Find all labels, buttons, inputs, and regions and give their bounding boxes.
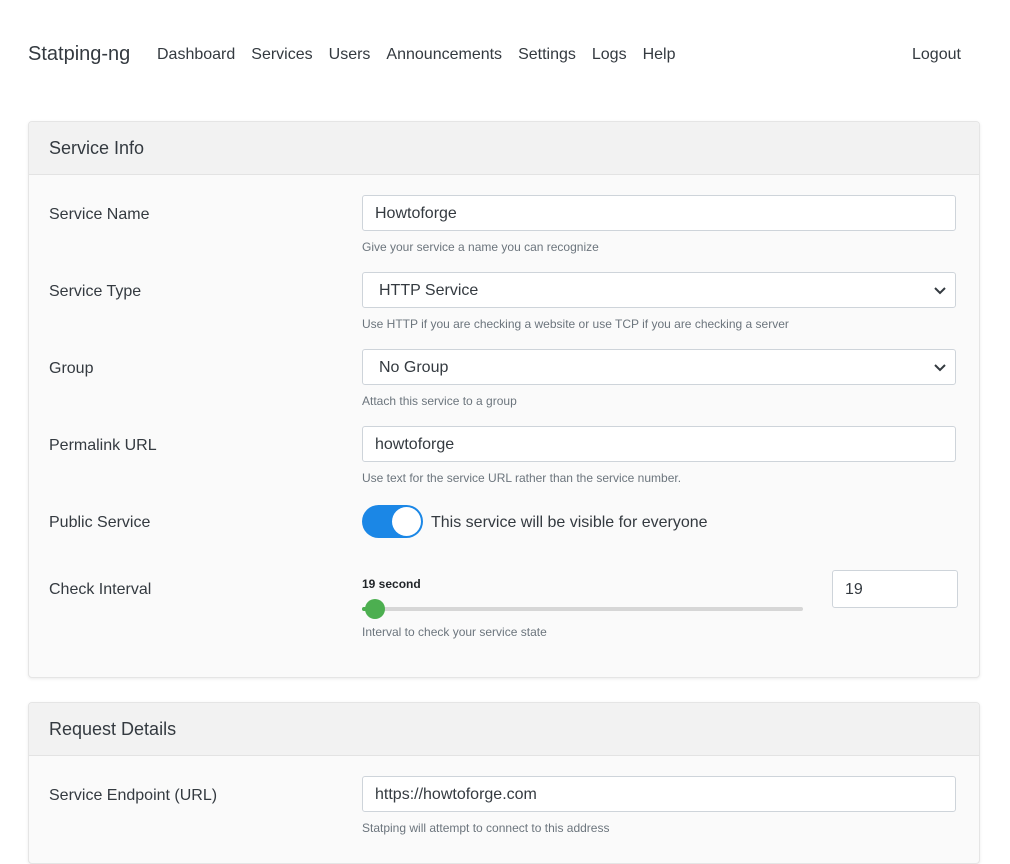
card-title: Service Info	[49, 138, 145, 158]
service-type-value: HTTP Service	[379, 282, 479, 299]
card-title: Request Details	[49, 719, 177, 739]
permalink-help: Use text for the service URL rather than…	[362, 471, 682, 485]
service-type-select[interactable]: HTTP Service	[362, 272, 956, 308]
service-type-help: Use HTTP if you are checking a website o…	[362, 317, 789, 331]
permalink-input[interactable]: howtoforge	[362, 426, 956, 462]
endpoint-input[interactable]: https://howtoforge.com	[362, 776, 956, 812]
brand-logo[interactable]: Statping-ng	[28, 43, 130, 66]
chevron-down-icon	[934, 287, 946, 295]
interval-slider[interactable]	[362, 599, 803, 619]
nav-links: Dashboard Services Users Announcements S…	[157, 46, 675, 64]
group-value: No Group	[379, 359, 449, 376]
service-name-label: Service Name	[49, 206, 150, 223]
service-info-card: Service Info Service Name Howtoforge Giv…	[28, 121, 980, 678]
interval-number-input[interactable]: 19	[832, 570, 958, 608]
service-name-help: Give your service a name you can recogni…	[362, 240, 599, 254]
nav-services[interactable]: Services	[251, 46, 312, 64]
permalink-label: Permalink URL	[49, 437, 157, 454]
request-details-header: Request Details	[29, 703, 979, 756]
public-service-text: This service will be visible for everyon…	[431, 514, 708, 531]
request-details-card: Request Details Service Endpoint (URL) h…	[28, 702, 980, 864]
logout-link[interactable]: Logout	[912, 46, 961, 64]
endpoint-label: Service Endpoint (URL)	[49, 787, 218, 804]
service-info-header: Service Info	[29, 122, 979, 175]
nav-dashboard[interactable]: Dashboard	[157, 46, 235, 64]
endpoint-help: Statping will attempt to connect to this…	[362, 821, 610, 835]
slider-thumb[interactable]	[365, 599, 386, 619]
nav-announcements[interactable]: Announcements	[386, 46, 502, 64]
interval-help: Interval to check your service state	[362, 625, 547, 639]
nav-help[interactable]: Help	[643, 46, 676, 64]
group-help: Attach this service to a group	[362, 394, 517, 408]
toggle-knob	[392, 507, 421, 536]
group-label: Group	[49, 360, 94, 377]
public-service-label: Public Service	[49, 514, 151, 531]
interval-slider-label: 19 second	[362, 577, 421, 591]
service-type-label: Service Type	[49, 283, 142, 300]
top-navbar: Statping-ng Dashboard Services Users Ann…	[0, 0, 1010, 110]
nav-users[interactable]: Users	[329, 46, 371, 64]
nav-settings[interactable]: Settings	[518, 46, 576, 64]
chevron-down-icon	[934, 364, 946, 372]
nav-logs[interactable]: Logs	[592, 46, 627, 64]
service-name-input[interactable]: Howtoforge	[362, 195, 956, 231]
group-select[interactable]: No Group	[362, 349, 956, 385]
check-interval-label: Check Interval	[49, 581, 152, 598]
public-service-toggle[interactable]	[362, 505, 423, 538]
